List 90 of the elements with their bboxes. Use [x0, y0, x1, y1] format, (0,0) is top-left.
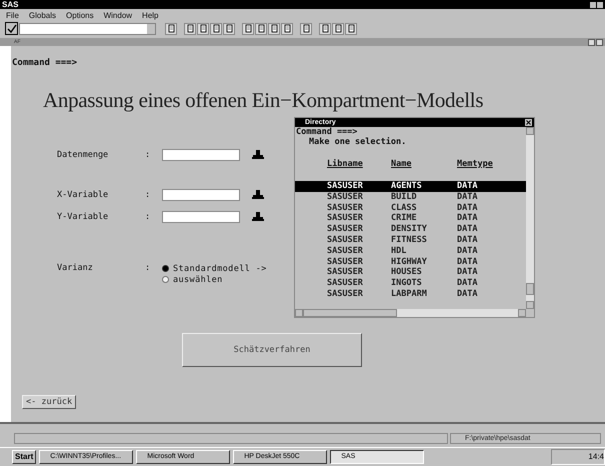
list-cell-text: HOUSES — [391, 267, 423, 278]
list-cell-text: DENSITY — [391, 224, 428, 235]
list-cell-text: DATA — [457, 267, 478, 278]
list-cell-text: DATA — [457, 234, 478, 246]
command-prompt: Command ===> — [295, 127, 358, 137]
radio-button[interactable] — [162, 276, 169, 283]
list-cell-text: DATA — [457, 278, 478, 289]
field-label: Y-Variable — [57, 212, 110, 222]
clock: 14:4 — [588, 452, 604, 461]
minimize-button[interactable] — [588, 38, 595, 46]
list-row[interactable]: SASUSER HIGHWAY DATA — [295, 256, 526, 268]
field-label: Datenmenge — [57, 150, 110, 160]
colon: : — [145, 150, 152, 160]
input-field[interactable] — [162, 188, 240, 200]
list-cell-text: BUILD — [391, 192, 418, 203]
list-cell-text: DATA — [457, 213, 478, 224]
restore-button[interactable] — [596, 38, 603, 46]
list-cell-text: FITNESS — [391, 234, 428, 246]
list-cell-text: SASUSER — [327, 192, 364, 203]
list-row[interactable]: SASUSER CRIME DATA — [295, 213, 526, 224]
list-cell-text: SASUSER — [327, 224, 364, 235]
field-label: X-Variable — [57, 190, 110, 200]
column-header: Memtype — [457, 159, 493, 169]
form-heading: Anpassung eines offenen Ein−Kompartment−Modells — [43, 88, 484, 113]
menu-item[interactable]: File — [6, 10, 19, 20]
maximize-button[interactable] — [597, 2, 603, 8]
close-icon[interactable] — [525, 119, 532, 126]
menu-item[interactable]: Options — [66, 10, 94, 20]
list-cell-text: DATA — [457, 256, 478, 268]
list-cell-text: SASUSER — [327, 267, 364, 278]
menu-item[interactable]: Help — [142, 10, 158, 20]
list-cell-text: SASUSER — [327, 246, 364, 257]
list-cell-text: SASUSER — [327, 202, 364, 214]
list-row[interactable]: SASUSER BUILD DATA — [295, 192, 526, 203]
list-cell-text: DATA — [457, 181, 478, 192]
list-cell-text: HDL — [391, 246, 408, 257]
horizontal-scrollbar[interactable] — [295, 309, 526, 317]
list-cell-text: SASUSER — [327, 256, 364, 268]
list-cell-text: DATA — [457, 288, 478, 300]
list-cell-text: SASUSER — [327, 181, 364, 192]
field-label: Varianz — [57, 263, 94, 273]
list-cell-text: SASUSER — [327, 234, 364, 246]
list-cell-text: AGENTS — [391, 181, 423, 192]
list-row[interactable]: SASUSER INGOTS DATA — [295, 278, 526, 289]
colon: : — [145, 263, 152, 273]
colon: : — [145, 212, 152, 222]
list-row[interactable]: SASUSER HDL DATA — [295, 246, 526, 257]
new-file-icon[interactable] — [184, 22, 196, 34]
input-field[interactable] — [162, 148, 240, 160]
list-row[interactable]: SASUSER AGENTS DATA — [295, 181, 526, 192]
list-row[interactable]: SASUSER HOUSES DATA — [295, 267, 526, 278]
back-button[interactable]: <- zurück — [22, 395, 76, 409]
dropdown-icon[interactable] — [252, 212, 264, 221]
command-combo[interactable] — [19, 22, 156, 34]
column-header: Name — [391, 159, 412, 169]
dropdown-icon[interactable] — [252, 190, 264, 199]
list-row[interactable]: SASUSER FITNESS DATA — [295, 234, 526, 246]
radio-button[interactable] — [162, 265, 169, 272]
dropdown-icon[interactable] — [252, 150, 264, 159]
list-cell-text: SASUSER — [327, 288, 364, 300]
radio-label[interactable]: auswählen — [173, 274, 223, 284]
list-row[interactable]: SASUSER CLASS DATA — [295, 202, 526, 214]
list-cell-text: LABPARM — [391, 288, 428, 300]
list-cell-text: DATA — [457, 246, 478, 257]
list-cell-text: CLASS — [391, 202, 418, 214]
list-cell-text: SASUSER — [327, 278, 364, 289]
document-icon[interactable] — [319, 22, 331, 34]
check-button[interactable] — [5, 22, 18, 35]
column-header: Libname — [327, 159, 363, 169]
list-cell-text: INGOTS — [391, 278, 423, 289]
window-title: SAS — [2, 0, 18, 9]
list-row[interactable]: SASUSER LABPARM DATA — [295, 288, 526, 300]
menu-item[interactable]: Globals — [28, 10, 56, 20]
list-cell-text: SASUSER — [327, 213, 364, 224]
radio-label[interactable]: Standardmodell -> — [173, 264, 267, 274]
list-cell-text: DATA — [457, 192, 478, 203]
minimize-button[interactable] — [590, 2, 596, 8]
input-field[interactable] — [162, 210, 240, 222]
prompt-text: Make one selection. — [308, 137, 408, 147]
command-prompt: Command ===> — [11, 58, 78, 68]
start-button[interactable]: Start — [12, 450, 36, 464]
list-row[interactable]: SASUSER DENSITY DATA — [295, 224, 526, 235]
estimate-button[interactable]: Schätzverfahren — [182, 333, 362, 367]
list-cell-text: CRIME — [391, 213, 418, 224]
menu-item[interactable]: Window — [104, 10, 132, 20]
vertical-scrollbar[interactable] — [526, 127, 534, 309]
colon: : — [145, 190, 152, 200]
list-cell-text: DATA — [457, 202, 478, 214]
list-cell-text: HIGHWAY — [391, 256, 428, 268]
list-cell-text: DATA — [457, 224, 478, 235]
